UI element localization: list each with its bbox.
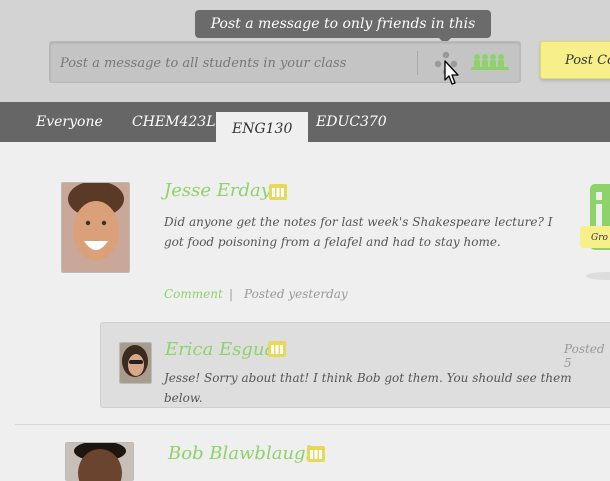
tab-eng130[interactable]: ENG130 xyxy=(216,112,309,144)
post-timestamp: Posted yesterday xyxy=(244,287,348,301)
mouse-pointer-icon xyxy=(444,60,459,85)
post-author-name[interactable]: Jesse Erday xyxy=(164,180,271,201)
comment-link[interactable]: Comment xyxy=(164,287,223,301)
tab-educ370[interactable]: EDUC370 xyxy=(316,114,387,130)
composer-bar: Post a message to only friends in this c… xyxy=(0,0,610,102)
avatar-photo-icon xyxy=(66,443,133,481)
avatar-jesse-erday[interactable] xyxy=(61,182,130,273)
avatar-bob-blawblaugh[interactable] xyxy=(65,442,134,481)
reply-timestamp: Posted 5 xyxy=(564,342,605,370)
friends-only-tooltip: Post a message to only friends in this c… xyxy=(195,10,491,60)
reply-author-name[interactable]: Erica Esgua xyxy=(165,339,275,360)
composer-divider xyxy=(417,51,418,75)
message-input[interactable] xyxy=(58,42,412,84)
post-author-name[interactable]: Bob Blawblaugh xyxy=(168,443,317,464)
post-body: Did anyone get the notes for last week's… xyxy=(164,215,553,249)
tab-chem423l[interactable]: CHEM423L xyxy=(132,114,216,130)
post-button[interactable]: Post Co xyxy=(540,41,610,79)
group-widget[interactable]: Gro xyxy=(580,182,610,282)
tab-everyone[interactable]: Everyone xyxy=(36,114,103,130)
classmate-badge-icon xyxy=(269,184,287,200)
avatar-photo-icon xyxy=(120,343,151,383)
classmate-badge-icon xyxy=(307,446,325,462)
group-widget-label: Gro xyxy=(591,233,608,243)
classmate-badge-icon xyxy=(268,341,286,357)
reply-body: Jesse! Sorry about that! I think Bob got… xyxy=(164,371,572,405)
group-icon xyxy=(580,184,610,280)
course-tab-bar: Everyone CHEM423L ENG130 EDUC370 xyxy=(0,102,610,144)
avatar-photo-icon xyxy=(62,183,129,272)
avatar-erica-esgua[interactable] xyxy=(119,342,152,384)
meta-separator: | xyxy=(229,287,234,301)
class-audience-icon[interactable] xyxy=(468,52,512,72)
post-divider xyxy=(15,424,610,425)
